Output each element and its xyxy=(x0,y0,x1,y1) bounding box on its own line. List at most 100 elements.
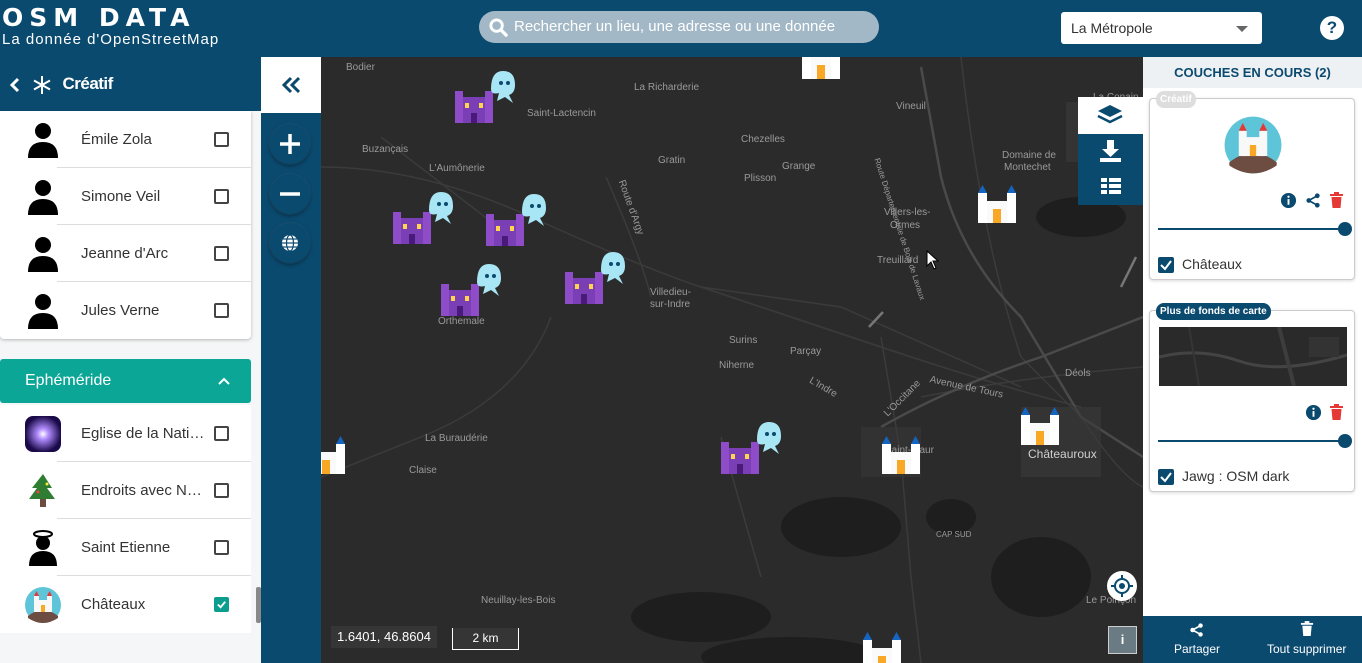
info-icon[interactable] xyxy=(1280,192,1297,209)
checkbox[interactable] xyxy=(214,303,229,318)
castle-marker[interactable] xyxy=(974,181,1020,225)
map-label: Vineuil xyxy=(896,101,926,112)
plus-icon xyxy=(280,134,300,154)
map-label: sur-Indre xyxy=(650,299,691,310)
info-button[interactable]: i xyxy=(1108,626,1137,654)
map-label: Claise xyxy=(409,465,437,476)
slider-handle[interactable] xyxy=(1338,434,1352,448)
map-canvas[interactable]: Bodier Saint-Lactencin La Richarderie Vi… xyxy=(321,57,1143,663)
coordinates-display: 1.6401, 46.8604 xyxy=(331,626,437,648)
person-icon xyxy=(28,294,58,329)
person-icon xyxy=(28,123,58,158)
list-item[interactable]: Jules Verne xyxy=(0,282,251,339)
download-icon[interactable] xyxy=(1078,135,1143,169)
checkbox[interactable] xyxy=(214,132,229,147)
help-button[interactable]: ? xyxy=(1320,16,1344,40)
checkbox-checked[interactable] xyxy=(214,597,229,612)
accordion-ephemeride[interactable]: Ephéméride xyxy=(0,359,251,403)
checkbox[interactable] xyxy=(214,426,229,441)
haunted-castle-marker[interactable] xyxy=(717,420,787,480)
table-icon[interactable] xyxy=(1078,169,1143,203)
delete-all-label: Tout supprimer xyxy=(1267,642,1347,656)
list-item[interactable]: Eglise de la Nati… xyxy=(0,405,251,462)
checkbox[interactable] xyxy=(214,483,229,498)
castle-marker[interactable] xyxy=(859,628,905,663)
haunted-castle-marker[interactable] xyxy=(437,262,507,322)
layers-icon xyxy=(1097,105,1123,124)
layers-button[interactable] xyxy=(1078,97,1143,134)
map-label: L'Aumônerie xyxy=(429,163,485,174)
checkbox[interactable] xyxy=(214,540,229,555)
haunted-castle-marker[interactable] xyxy=(561,250,631,310)
map-label: CAP SUD xyxy=(936,530,972,539)
opacity-slider[interactable] xyxy=(1158,434,1352,448)
collapse-sidebar-button[interactable] xyxy=(261,57,321,113)
info-icon[interactable] xyxy=(1305,404,1322,421)
search-placeholder: Rechercher un lieu, une adresse ou une d… xyxy=(514,18,836,35)
layer-card: Plus de fonds de carte Jawg : OSM dark xyxy=(1149,303,1355,492)
logo-subtitle: La donnée d'OpenStreetMap xyxy=(2,31,220,48)
person-icon xyxy=(28,237,58,272)
share-icon[interactable] xyxy=(1305,192,1322,209)
list-item-label: Saint Etienne xyxy=(81,539,171,556)
territory-select[interactable]: La Métropole xyxy=(1061,12,1262,44)
list-item[interactable]: Simone Veil xyxy=(0,168,251,225)
zoom-in-button[interactable] xyxy=(270,124,310,164)
haunted-castle-marker[interactable] xyxy=(482,192,552,252)
map-label: La Richarderie xyxy=(634,82,700,93)
layer-label: Jawg : OSM dark xyxy=(1182,468,1290,484)
checkbox-checked[interactable] xyxy=(1158,257,1174,273)
trash-icon xyxy=(1300,621,1314,636)
castle-marker[interactable] xyxy=(878,432,924,476)
map-label: Plisson xyxy=(744,173,777,184)
map-label: Chezelles xyxy=(741,134,785,145)
list-item[interactable]: Châteaux xyxy=(0,576,251,633)
search-input[interactable]: Rechercher un lieu, une adresse ou une d… xyxy=(479,11,879,43)
list-item-label: Endroits avec N… xyxy=(81,482,202,499)
castle-marker[interactable] xyxy=(321,432,349,476)
back-arrow-icon[interactable] xyxy=(8,77,22,93)
minus-icon xyxy=(280,192,300,196)
trash-icon[interactable] xyxy=(1329,404,1344,421)
castle-marker[interactable] xyxy=(1017,403,1063,447)
haunted-castle-marker[interactable] xyxy=(451,69,521,129)
chevron-up-icon xyxy=(218,377,230,385)
map-tools xyxy=(1078,97,1143,205)
list-item-label: Émile Zola xyxy=(81,131,152,148)
chevron-down-icon xyxy=(1236,26,1248,32)
share-icon xyxy=(1190,623,1203,637)
list-item[interactable]: Jeanne d'Arc xyxy=(0,225,251,282)
haunted-castle-marker[interactable] xyxy=(389,190,459,250)
map-label: Montechet xyxy=(1004,162,1051,173)
checkbox-checked[interactable] xyxy=(1158,469,1174,485)
map-label: Bodier xyxy=(346,62,375,73)
zoom-out-button[interactable] xyxy=(270,174,310,214)
list-item[interactable]: Endroits avec N… xyxy=(0,462,251,519)
layers-panel-title: COUCHES EN COURS (2) xyxy=(1143,57,1362,88)
list-item[interactable]: Émile Zola xyxy=(0,111,251,168)
list-item-label: Jules Verne xyxy=(81,302,160,319)
globe-button[interactable] xyxy=(270,223,310,263)
castle-marker[interactable] xyxy=(798,57,844,81)
share-label: Partager xyxy=(1174,642,1221,656)
trash-icon[interactable] xyxy=(1329,192,1344,209)
layer-badge: Plus de fonds de carte xyxy=(1156,303,1271,320)
delete-all-button[interactable]: Tout supprimer xyxy=(1253,616,1362,663)
checkbox[interactable] xyxy=(214,246,229,261)
castle-icon xyxy=(25,587,61,623)
list-item[interactable]: Saint Etienne xyxy=(0,519,251,576)
map-label: Villedieu- xyxy=(650,287,691,298)
top-bar: OSM DATA La donnée d'OpenStreetMap Reche… xyxy=(0,0,1362,57)
slider-handle[interactable] xyxy=(1338,222,1352,236)
locate-button[interactable] xyxy=(1107,571,1137,601)
share-button[interactable]: Partager xyxy=(1143,616,1251,663)
tree-icon xyxy=(29,474,55,507)
opacity-slider[interactable] xyxy=(1158,222,1352,236)
sidebar-header: Créatif xyxy=(0,57,261,111)
list-item-label: Jeanne d'Arc xyxy=(81,245,169,262)
globe-icon xyxy=(282,234,298,252)
logo-title[interactable]: OSM DATA xyxy=(2,4,195,32)
checkbox[interactable] xyxy=(214,189,229,204)
snowflake-icon xyxy=(33,75,51,94)
crosshair-icon xyxy=(1111,575,1133,597)
